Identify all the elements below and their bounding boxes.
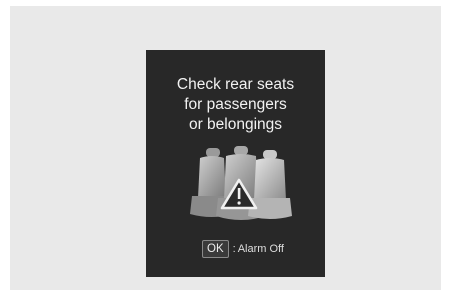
message-line-3: or belongings — [188, 116, 283, 133]
hint-separator: : — [232, 243, 236, 255]
message-line-1: Check rear seats — [176, 76, 295, 93]
message-line-2: for passengers — [184, 96, 287, 113]
page-frame: Check rear seats for passengers or belon… — [10, 6, 441, 290]
rear-seat-reminder-message: Check rear seats for passengers or belon… — [146, 75, 325, 135]
cluster-display: Check rear seats for passengers or belon… — [146, 50, 325, 277]
rear-seats-warning-icon — [190, 146, 292, 220]
alarm-off-label: Alarm Off — [237, 243, 284, 255]
alarm-off-hint: OK : Alarm Off — [202, 240, 284, 258]
ok-button[interactable]: OK — [202, 240, 229, 258]
